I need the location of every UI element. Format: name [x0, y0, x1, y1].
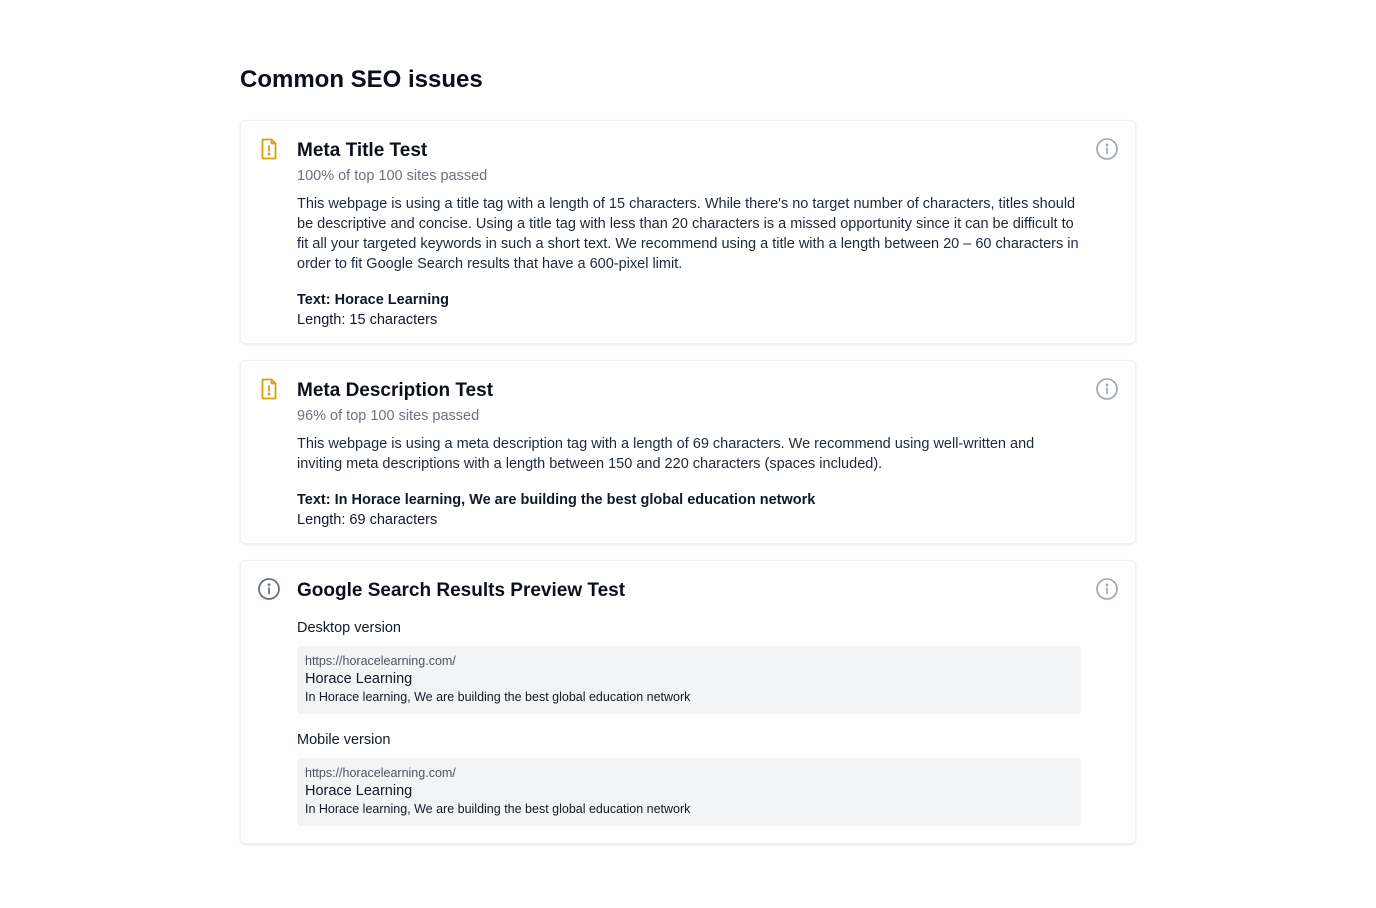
google-preview-test-card: Google Search Results Preview Test Deskt…	[240, 560, 1136, 844]
mobile-search-preview: https://horacelearning.com/ Horace Learn…	[297, 758, 1081, 826]
card-title: Meta Title Test	[297, 140, 428, 161]
card-content: Google Search Results Preview Test Deskt…	[297, 578, 1081, 826]
detected-text: Text: Horace Learning	[297, 292, 450, 308]
preview-title: Horace Learning	[305, 671, 413, 687]
preview-title: Horace Learning	[305, 783, 413, 799]
document-warning-icon	[257, 137, 281, 161]
card-title: Meta Description Test	[297, 380, 494, 401]
desktop-search-preview: https://horacelearning.com/ Horace Learn…	[297, 646, 1081, 714]
desktop-version-label: Desktop version	[297, 620, 401, 636]
info-icon[interactable]	[1095, 577, 1119, 601]
card-description: This webpage is using a meta description…	[297, 436, 1035, 472]
preview-description: In Horace learning, We are building the …	[305, 690, 691, 704]
info-icon	[257, 577, 281, 601]
pass-rate: 96% of top 100 sites passed	[297, 408, 480, 424]
pass-rate: 100% of top 100 sites passed	[297, 168, 488, 184]
card-title: Google Search Results Preview Test	[297, 580, 626, 601]
test-details: Text: Horace Learning Length: 15 charact…	[297, 290, 1081, 330]
preview-url: https://horacelearning.com/	[305, 766, 456, 780]
info-icon[interactable]	[1095, 137, 1119, 161]
preview-description: In Horace learning, We are building the …	[305, 802, 691, 816]
meta-description-test-card: Meta Description Test 96% of top 100 sit…	[240, 360, 1136, 544]
detected-text: Text: In Horace learning, We are buildin…	[297, 492, 816, 508]
mobile-version-label: Mobile version	[297, 732, 391, 748]
card-description: This webpage is using a title tag with a…	[297, 196, 1079, 272]
info-icon[interactable]	[1095, 377, 1119, 401]
card-content: Meta Title Test 100% of top 100 sites pa…	[297, 138, 1081, 330]
meta-title-test-card: Meta Title Test 100% of top 100 sites pa…	[240, 120, 1136, 344]
test-details: Text: In Horace learning, We are buildin…	[297, 490, 1081, 530]
page-title: Common SEO issues	[240, 66, 483, 93]
card-content: Meta Description Test 96% of top 100 sit…	[297, 378, 1081, 530]
detected-length: Length: 15 characters	[297, 312, 438, 328]
preview-url: https://horacelearning.com/	[305, 654, 456, 668]
document-warning-icon	[257, 377, 281, 401]
detected-length: Length: 69 characters	[297, 512, 438, 528]
